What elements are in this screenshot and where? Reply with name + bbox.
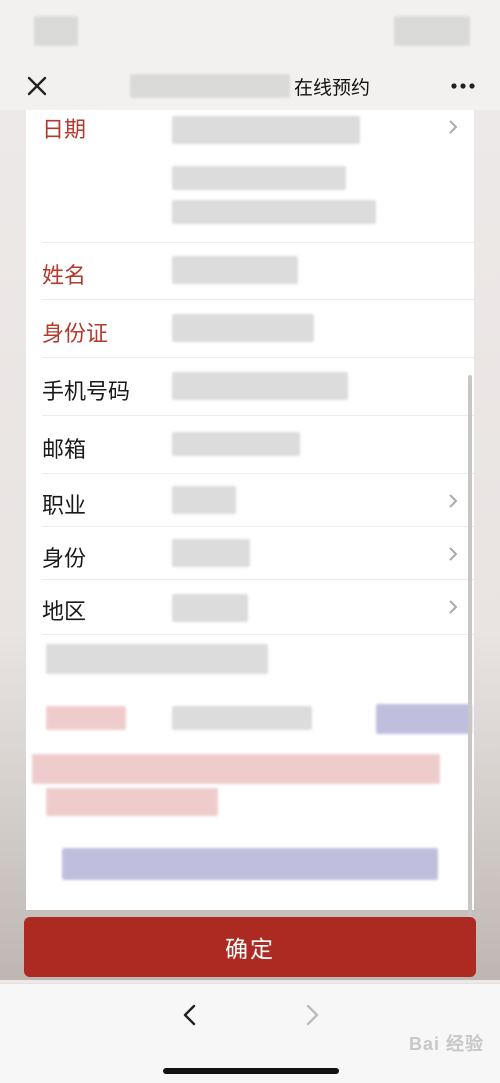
date-value-blurred <box>172 116 360 144</box>
close-icon[interactable] <box>22 71 52 101</box>
form-row-name[interactable]: 姓名 <box>42 243 474 300</box>
chevron-right-icon <box>449 547 458 561</box>
blurred-agreement-link[interactable] <box>62 848 438 880</box>
scrollbar[interactable] <box>468 375 472 935</box>
blurred-field-action-2 <box>376 704 472 734</box>
nav-title-area: 在线预约 <box>125 72 370 100</box>
status-bar <box>0 0 500 62</box>
confirm-button[interactable]: 确定 <box>24 917 476 977</box>
bottom-toolbar: Bai 经验 <box>0 983 500 1083</box>
form-row-date[interactable]: 日期 <box>42 110 474 243</box>
blurred-field-label <box>46 644 268 674</box>
name-value-blurred <box>172 256 298 284</box>
identity-label: 身份 <box>42 547 87 572</box>
region-value-blurred <box>172 594 248 622</box>
form-row-identity[interactable]: 身份 <box>42 527 474 580</box>
identity-value-blurred <box>172 539 250 567</box>
email-label: 邮箱 <box>42 438 87 463</box>
form-row-region[interactable]: 地区 <box>42 580 474 635</box>
status-time-blurred <box>34 16 78 46</box>
reservation-form: 日期 姓名 身份证 手机号码 邮箱 职业 身份 地区 <box>26 110 474 935</box>
date-detail-2-blurred <box>172 200 376 224</box>
watermark: Bai 经验 <box>408 1034 484 1054</box>
occupation-value-blurred <box>172 486 236 514</box>
form-row-id-card[interactable]: 身份证 <box>42 300 474 358</box>
blurred-notice-line-2 <box>46 788 218 816</box>
id-card-value-blurred <box>172 314 314 342</box>
chevron-left-icon[interactable] <box>175 1000 205 1030</box>
nav-bar: 在线预约 <box>0 62 500 110</box>
id-card-label: 身份证 <box>42 322 109 347</box>
form-row-occupation[interactable]: 职业 <box>42 474 474 527</box>
home-indicator[interactable] <box>163 1068 339 1074</box>
chevron-right-icon <box>449 494 458 508</box>
chevron-right-icon <box>449 120 458 134</box>
date-label: 日期 <box>42 118 87 143</box>
phone-value-blurred <box>172 372 348 400</box>
region-label: 地区 <box>42 600 87 625</box>
chevron-right-icon[interactable] <box>297 1000 327 1030</box>
blurred-notice-line-1 <box>32 754 440 784</box>
date-detail-1-blurred <box>172 166 346 190</box>
form-row-phone[interactable]: 手机号码 <box>42 358 474 416</box>
status-icons-blurred <box>394 16 470 46</box>
blurred-field-label-2 <box>46 706 126 730</box>
chevron-right-icon <box>449 600 458 614</box>
form-row-email[interactable]: 邮箱 <box>42 416 474 474</box>
nav-title-prefix-blurred <box>129 74 290 98</box>
occupation-label: 职业 <box>42 494 87 519</box>
phone-label: 手机号码 <box>42 380 131 405</box>
blurred-field-value-2 <box>172 706 312 730</box>
more-icon[interactable] <box>448 72 478 100</box>
page-title: 在线预约 <box>293 76 370 99</box>
email-value-blurred <box>172 432 300 456</box>
name-label: 姓名 <box>42 264 87 289</box>
